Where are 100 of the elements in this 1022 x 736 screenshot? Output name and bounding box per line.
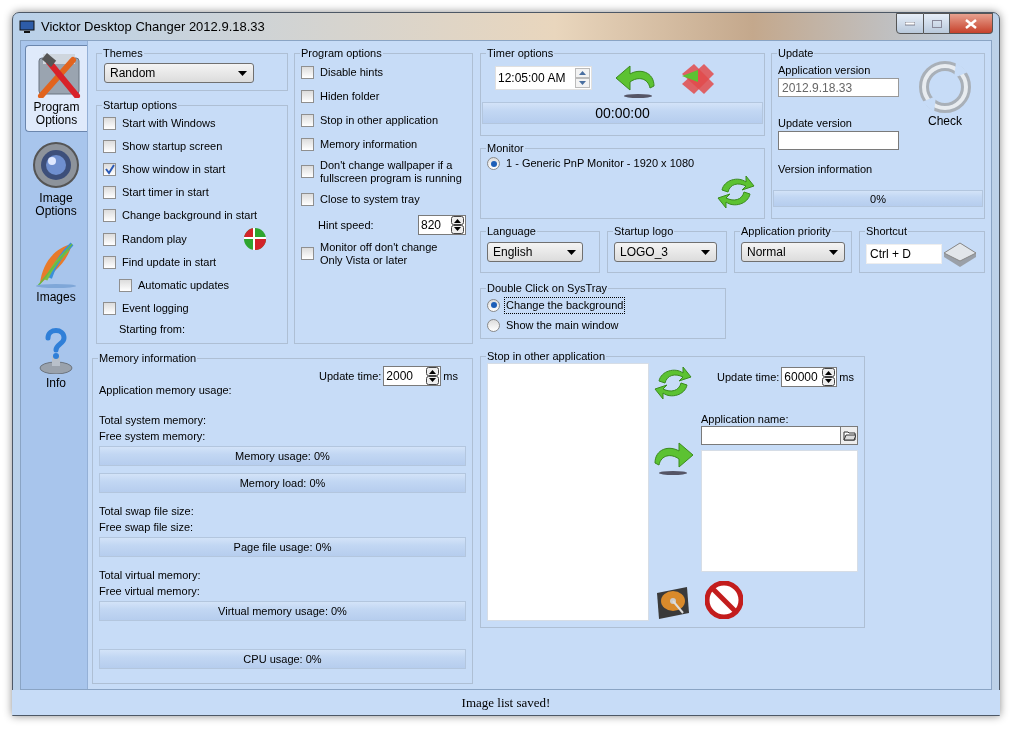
memory-text: Free virtual memory: xyxy=(99,584,201,599)
update-time-label: Update time: xyxy=(716,371,780,383)
lens-icon xyxy=(32,141,80,189)
checkbox[interactable] xyxy=(119,279,132,292)
check-button[interactable]: Check xyxy=(918,60,972,150)
spin-buttons-icon[interactable] xyxy=(451,215,464,234)
window-title: Vicktor Desktop Changer 2012.9.18.33 xyxy=(41,19,266,34)
caret-icon xyxy=(829,249,838,255)
close-icon xyxy=(965,18,977,29)
caret-icon xyxy=(238,70,247,76)
app-name-label: Application name: xyxy=(701,413,790,425)
progress-label: CPU usage: 0% xyxy=(243,653,322,665)
app-version-field: 2012.9.18.33 xyxy=(778,78,899,97)
unit-label: ms xyxy=(443,370,458,382)
memory-text: Total virtual memory: xyxy=(99,568,202,583)
folder-icon xyxy=(842,430,856,441)
group-title: Language xyxy=(486,225,537,237)
app-name-field[interactable] xyxy=(701,426,841,445)
sidebar-tab[interactable]: Images xyxy=(25,235,87,309)
checkbox[interactable] xyxy=(301,65,314,79)
sidebar-tab[interactable]: Info xyxy=(25,321,87,395)
ball-icon xyxy=(243,227,267,251)
group-title: Timer options xyxy=(486,47,555,59)
spin-buttons-icon[interactable] xyxy=(822,368,836,386)
checkbox-label: Automatic updates xyxy=(138,279,230,292)
radio-label: 1 - Generic PnP Monitor - 1920 x 1080 xyxy=(506,157,695,170)
monitor-icon xyxy=(19,19,35,34)
checkbox-label: Hiden folder xyxy=(320,89,380,103)
memory-text: Total swap file size: xyxy=(99,504,195,519)
update-version-field[interactable] xyxy=(778,131,899,150)
time-field[interactable]: 12:05:00 AM xyxy=(495,66,592,90)
refresh-icon xyxy=(918,60,972,114)
open-file-button[interactable] xyxy=(841,426,858,445)
checkbox[interactable] xyxy=(103,232,116,246)
group-title: Startup logo xyxy=(613,225,675,237)
update-time-field[interactable]: 2000 xyxy=(383,366,442,386)
progress-label: Memory load: 0% xyxy=(239,477,326,489)
checkbox-label: Start with Windows xyxy=(122,117,216,130)
update-version-label: Update version xyxy=(778,117,853,129)
radio-label: Show the main window xyxy=(506,318,619,332)
checkbox-label: Disable hints xyxy=(320,65,383,79)
checkbox[interactable] xyxy=(301,192,314,206)
hint-speed-field[interactable]: 820 xyxy=(418,214,466,235)
checkbox[interactable] xyxy=(301,137,314,151)
checkbox-label: Monitor off don't change Only Vista or later xyxy=(320,240,438,267)
note: Starting from: xyxy=(119,323,186,335)
checkbox[interactable] xyxy=(103,117,116,130)
status-message: Image list saved! xyxy=(461,694,551,711)
checkbox-label: Random play xyxy=(122,232,187,246)
progress-label: Page file usage: 0% xyxy=(233,541,332,553)
radio-button[interactable] xyxy=(487,318,500,332)
app-version-label: Application version xyxy=(778,64,872,76)
checkbox[interactable] xyxy=(103,186,116,199)
checkbox[interactable] xyxy=(301,113,314,127)
checkbox[interactable] xyxy=(103,256,116,269)
memory-text: Total system memory: xyxy=(99,413,207,428)
checkbox[interactable] xyxy=(103,163,116,176)
checkbox[interactable] xyxy=(103,209,116,222)
sidebar-tab[interactable]: Image Options xyxy=(25,136,87,223)
countdown-bar: 00:00:00 xyxy=(482,102,763,124)
checkbox-label: Stop in other application xyxy=(320,113,439,127)
update-time-label: Update time: xyxy=(318,370,382,382)
checkbox[interactable] xyxy=(301,247,314,260)
progress-label: Memory usage: 0% xyxy=(235,450,330,462)
memory-text: Free system memory: xyxy=(99,429,207,444)
update-time-field[interactable]: 60000 xyxy=(781,367,838,387)
group-title: Program options xyxy=(300,47,383,59)
group-title: Shortcut xyxy=(865,225,908,237)
checkbox-label: Close to system tray xyxy=(320,192,420,206)
progress-label: Virtual memory usage: 0% xyxy=(218,605,347,617)
memory-text: Application memory usage: xyxy=(99,384,232,396)
memory-text: Free swap file size: xyxy=(99,520,195,535)
checkbox-label: Find update in start xyxy=(122,256,217,269)
maximize-button[interactable] xyxy=(924,13,950,34)
checkbox[interactable] xyxy=(301,165,314,178)
radio-button[interactable] xyxy=(487,157,500,170)
minimize-icon xyxy=(905,21,915,26)
checkbox[interactable] xyxy=(301,89,314,103)
checkbox-label: Start timer in start xyxy=(122,186,209,199)
checkbox-label: Change background in start xyxy=(122,209,258,222)
dropdown[interactable]: LOGO_3 xyxy=(614,242,717,262)
sidebar-tab[interactable]: Program Options xyxy=(25,45,87,132)
group-title: Monitor xyxy=(486,142,525,154)
spin-buttons-icon[interactable] xyxy=(426,367,440,385)
version-info-label: Version information xyxy=(778,163,874,175)
group-title: Stop in other application xyxy=(486,350,607,362)
radio-label: Change the background xyxy=(506,298,624,312)
dropdown[interactable]: Random xyxy=(104,63,254,83)
group-title: Application priority xyxy=(740,225,832,237)
checkbox[interactable] xyxy=(103,302,116,315)
dropdown[interactable]: English xyxy=(487,242,583,262)
no-entry-icon[interactable] xyxy=(705,581,743,619)
minimize-button[interactable] xyxy=(896,13,924,34)
close-button[interactable] xyxy=(950,13,993,34)
shortcut-field[interactable]: Ctrl + D xyxy=(866,244,942,264)
dropdown[interactable]: Normal xyxy=(741,242,845,262)
radio-button[interactable] xyxy=(487,298,500,312)
group-title: Memory information xyxy=(98,352,198,364)
checkbox[interactable] xyxy=(103,140,116,153)
unit-label: ms xyxy=(839,371,854,383)
